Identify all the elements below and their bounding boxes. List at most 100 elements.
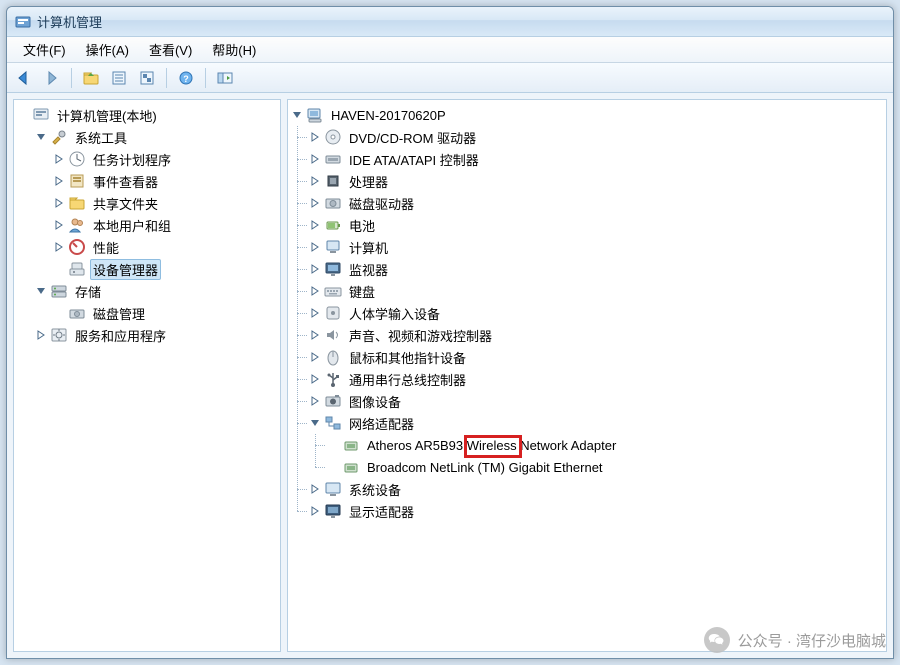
sound-icon: [324, 326, 342, 344]
cat-imaging[interactable]: 图像设备: [308, 390, 886, 412]
cat-dvd[interactable]: DVD/CD-ROM 驱动器: [308, 126, 886, 148]
keyboard-icon: [324, 282, 342, 300]
tree-system-tools[interactable]: 系统工具 任务计划程序: [34, 126, 280, 280]
collapse-icon[interactable]: [34, 284, 48, 298]
tree-task-scheduler[interactable]: 任务计划程序: [52, 148, 280, 170]
tree-label: DVD/CD-ROM 驱动器: [346, 127, 479, 148]
tree-label: 处理器: [346, 171, 391, 192]
expand-icon[interactable]: [308, 394, 322, 408]
tree-root[interactable]: 计算机管理(本地) 系统工具: [16, 104, 280, 346]
cat-diskdrives[interactable]: 磁盘驱动器: [308, 192, 886, 214]
tree-disk-management[interactable]: 磁盘管理: [52, 302, 280, 324]
expand-icon[interactable]: [308, 284, 322, 298]
cat-sound[interactable]: 声音、视频和游戏控制器: [308, 324, 886, 346]
expand-icon[interactable]: [52, 152, 66, 166]
tree-label: 共享文件夹: [90, 193, 161, 214]
expand-icon[interactable]: [308, 262, 322, 276]
nic-ethernet[interactable]: Broadcom NetLink (TM) Gigabit Ethernet: [326, 456, 886, 478]
folder-up-button[interactable]: [78, 66, 104, 90]
tree-storage[interactable]: 存储 磁盘管理: [34, 280, 280, 324]
expand-icon[interactable]: [308, 240, 322, 254]
device-tree-pane: HAVEN-20170620P DVD/CD-ROM 驱动器 IDE ATA/A…: [287, 99, 887, 652]
device-manager-icon: [68, 260, 86, 278]
cat-network[interactable]: 网络适配器 Atheros AR5B93 Wireless Network Ad…: [308, 412, 886, 478]
cat-ide[interactable]: IDE ATA/ATAPI 控制器: [308, 148, 886, 170]
cat-system-devices[interactable]: 系统设备: [308, 478, 886, 500]
folder-up-icon: [82, 70, 100, 86]
expand-icon[interactable]: [308, 218, 322, 232]
menu-action[interactable]: 操作(A): [76, 37, 139, 62]
collapse-icon[interactable]: [290, 108, 304, 122]
expand-icon[interactable]: [308, 328, 322, 342]
expand-icon[interactable]: [308, 130, 322, 144]
expand-icon[interactable]: [52, 218, 66, 232]
nic-wireless[interactable]: Atheros AR5B93 Wireless Network Adapter: [326, 434, 886, 456]
tree-device-manager[interactable]: 设备管理器: [52, 258, 280, 280]
expand-icon[interactable]: [308, 504, 322, 518]
window-title: 计算机管理: [37, 12, 102, 31]
collapse-icon[interactable]: [34, 130, 48, 144]
dvd-icon: [324, 128, 342, 146]
cat-cpu[interactable]: 处理器: [308, 170, 886, 192]
console-tree[interactable]: 计算机管理(本地) 系统工具: [14, 100, 280, 350]
cat-display[interactable]: 显示适配器: [308, 500, 886, 522]
usb-icon: [324, 370, 342, 388]
expand-icon[interactable]: [308, 482, 322, 496]
cpu-icon: [324, 172, 342, 190]
expand-icon[interactable]: [34, 328, 48, 342]
titlebar[interactable]: 计算机管理: [7, 7, 893, 37]
menu-help[interactable]: 帮助(H): [202, 37, 266, 62]
window-frame: 计算机管理 文件(F) 操作(A) 查看(V) 帮助(H) ?: [6, 6, 894, 659]
device-root[interactable]: HAVEN-20170620P DVD/CD-ROM 驱动器 IDE ATA/A…: [290, 104, 886, 522]
computer-small-icon: [324, 238, 342, 256]
expand-icon[interactable]: [52, 196, 66, 210]
cat-mouse[interactable]: 鼠标和其他指针设备: [308, 346, 886, 368]
refresh-button[interactable]: [134, 66, 160, 90]
expand-icon[interactable]: [308, 196, 322, 210]
watermark: 公众号 · 湾仔沙电脑城: [704, 627, 886, 653]
expand-icon[interactable]: [52, 240, 66, 254]
tree-label: 声音、视频和游戏控制器: [346, 325, 495, 346]
expand-icon[interactable]: [308, 372, 322, 386]
watermark-text: 公众号 · 湾仔沙电脑城: [738, 630, 886, 651]
expand-icon[interactable]: [308, 152, 322, 166]
users-icon: [68, 216, 86, 234]
tree-performance[interactable]: 性能: [52, 236, 280, 258]
cat-usb[interactable]: 通用串行总线控制器: [308, 368, 886, 390]
expand-icon[interactable]: [308, 306, 322, 320]
mouse-icon: [324, 348, 342, 366]
cat-battery[interactable]: 电池: [308, 214, 886, 236]
content-area: 计算机管理(本地) 系统工具: [7, 93, 893, 658]
cat-computer[interactable]: 计算机: [308, 236, 886, 258]
nav-back-button[interactable]: [11, 66, 37, 90]
collapse-icon[interactable]: [308, 416, 322, 430]
tree-label: 通用串行总线控制器: [346, 369, 469, 390]
cat-monitor[interactable]: 监视器: [308, 258, 886, 280]
help-button[interactable]: ?: [173, 66, 199, 90]
help-icon: ?: [178, 70, 194, 86]
properties-button[interactable]: [106, 66, 132, 90]
event-viewer-icon: [68, 172, 86, 190]
tree-event-viewer[interactable]: 事件查看器: [52, 170, 280, 192]
menu-view[interactable]: 查看(V): [139, 37, 202, 62]
menu-file[interactable]: 文件(F): [13, 37, 76, 62]
cat-hid[interactable]: 人体学输入设备: [308, 302, 886, 324]
expand-icon[interactable]: [308, 350, 322, 364]
console-icon: [32, 106, 50, 124]
expand-icon[interactable]: [308, 174, 322, 188]
tree-shared-folders[interactable]: 共享文件夹: [52, 192, 280, 214]
tree-label: Atheros AR5B93 Wireless Network Adapter: [364, 437, 619, 454]
panel-icon: [216, 70, 234, 86]
app-icon: [15, 14, 31, 30]
tree-services-apps[interactable]: 服务和应用程序: [34, 324, 280, 346]
tree-local-users[interactable]: 本地用户和组: [52, 214, 280, 236]
cat-keyboard[interactable]: 键盘: [308, 280, 886, 302]
device-tree[interactable]: HAVEN-20170620P DVD/CD-ROM 驱动器 IDE ATA/A…: [288, 100, 886, 526]
tree-label: 磁盘管理: [90, 303, 148, 324]
arrow-right-icon: [43, 70, 61, 86]
nav-forward-button[interactable]: [39, 66, 65, 90]
show-hide-button[interactable]: [212, 66, 238, 90]
tree-label: HAVEN-20170620P: [328, 107, 449, 124]
hid-icon: [324, 304, 342, 322]
expand-icon[interactable]: [52, 174, 66, 188]
